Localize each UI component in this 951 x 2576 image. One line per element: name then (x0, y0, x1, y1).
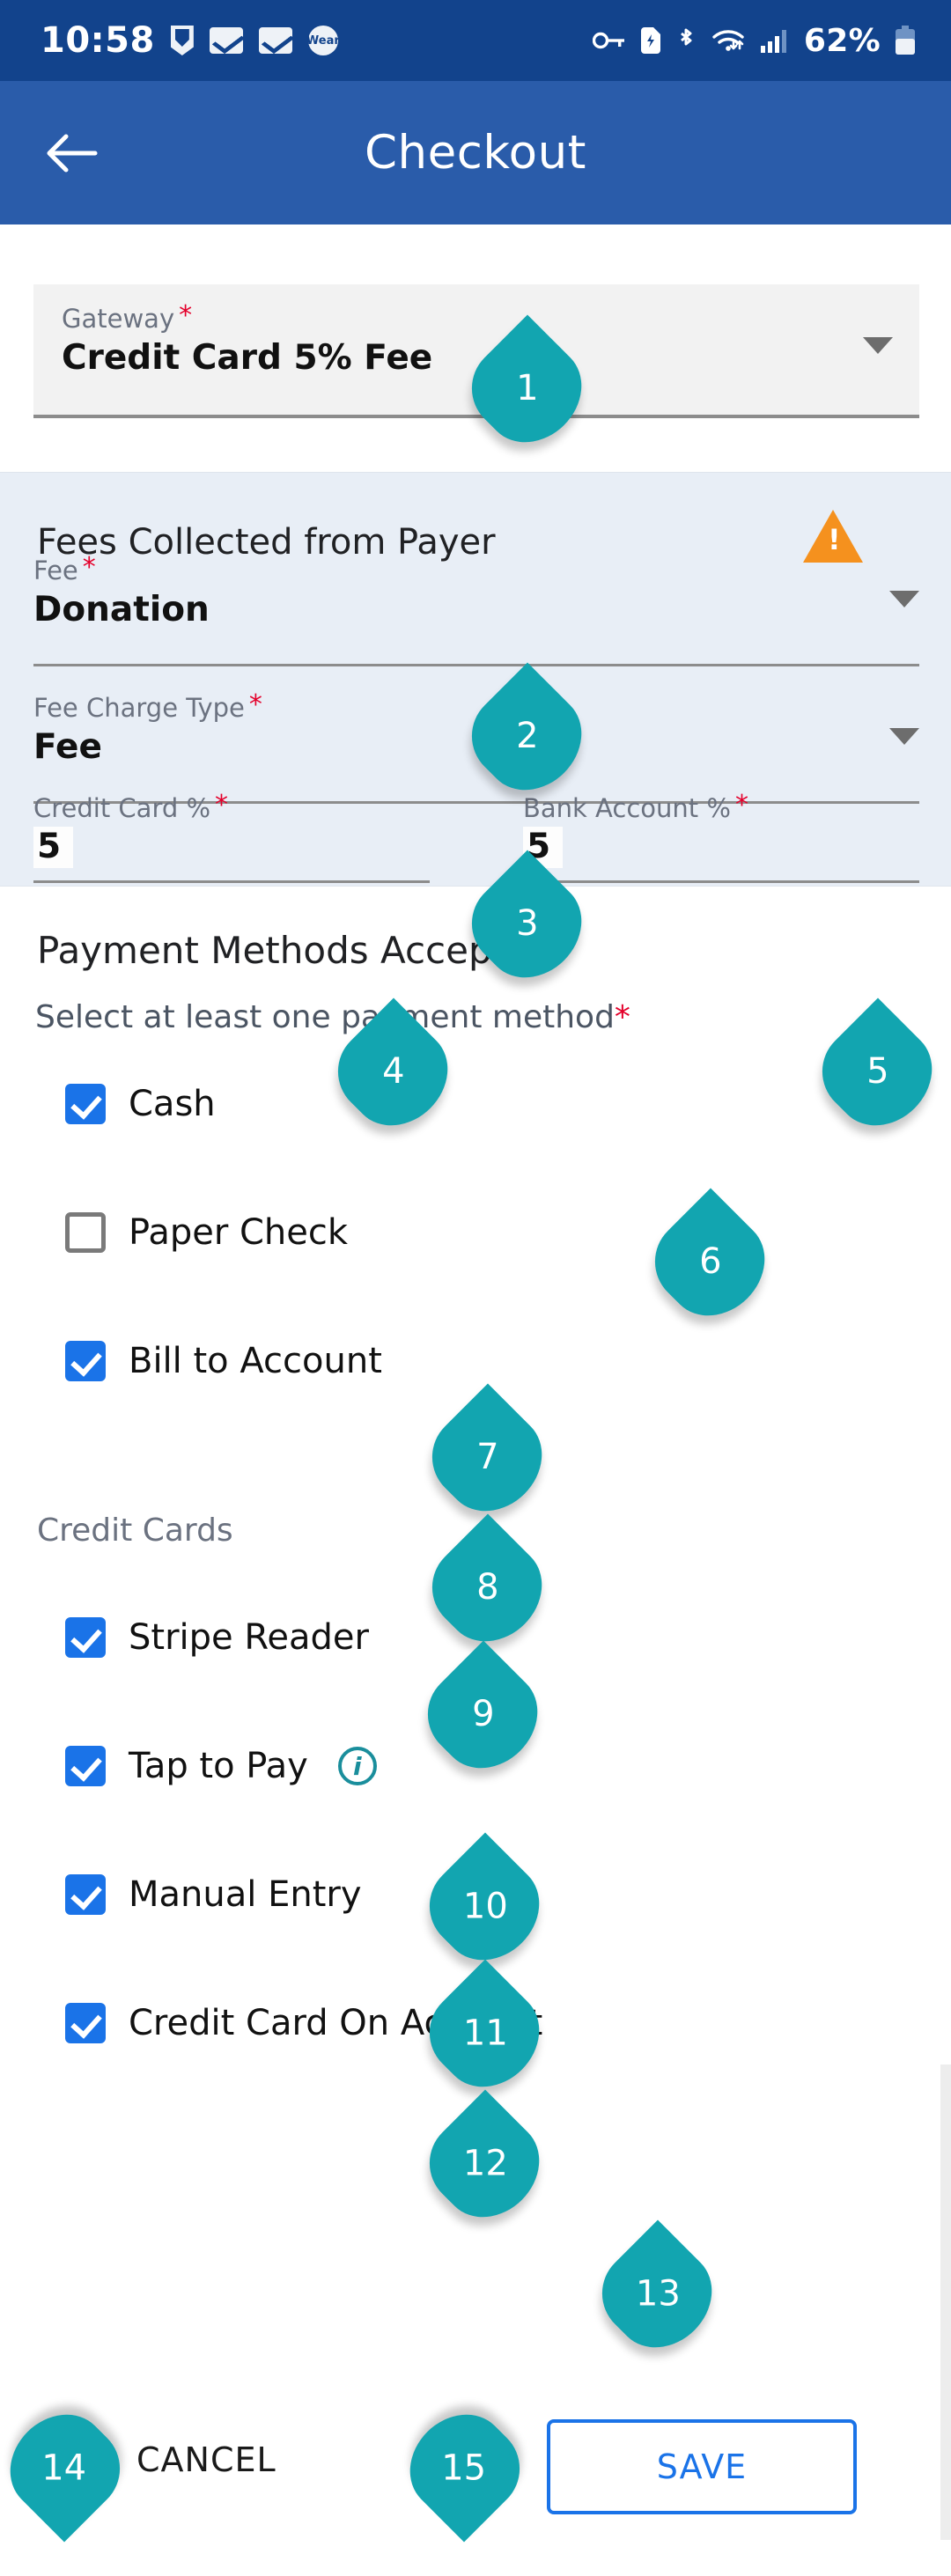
back-arrow-icon[interactable] (41, 122, 102, 184)
battery-percentage: 62% (804, 23, 881, 59)
app-bar: Checkout (0, 81, 951, 224)
fee-label-text: Fee (33, 557, 78, 585)
chevron-down-icon[interactable] (889, 728, 919, 745)
required-asterisk: * (615, 999, 630, 1035)
bank-account-percent-label: Bank Account % * (523, 795, 919, 823)
checkbox-row-paper-check[interactable]: Paper Check (65, 1212, 348, 1253)
field-underline (33, 664, 919, 666)
checkbox-tap-to-pay[interactable] (65, 1746, 106, 1786)
status-bar: 10:58 Wear 62% (0, 0, 951, 81)
credit-cards-group-label: Credit Cards (37, 1512, 233, 1549)
sim-card-icon (640, 26, 661, 55)
payment-methods-subtitle: Select at least one payment method* (35, 999, 630, 1035)
fee-dropdown[interactable]: Fee * Donation (33, 557, 919, 666)
checkbox-label-bill-to-account: Bill to Account (129, 1341, 382, 1381)
checkbox-credit-card-on-account[interactable] (65, 2003, 106, 2043)
mail-icon (210, 27, 243, 54)
shield-icon (171, 26, 194, 55)
credit-card-percent-label: Credit Card % * (33, 795, 430, 823)
credit-card-percent-label-text: Credit Card % (33, 795, 210, 823)
wifi-icon (711, 27, 746, 54)
info-icon[interactable]: i (338, 1747, 377, 1785)
wear-icon: Wear (308, 26, 338, 55)
page-title: Checkout (0, 126, 951, 180)
required-asterisk: * (249, 692, 262, 718)
bluetooth-icon (675, 26, 697, 55)
checkbox-cash[interactable] (65, 1084, 106, 1124)
chevron-down-icon[interactable] (863, 337, 893, 354)
fee-label: Fee * (33, 557, 919, 585)
chevron-down-icon[interactable] (889, 591, 919, 607)
checkbox-label-paper-check: Paper Check (129, 1212, 348, 1253)
checkbox-bill-to-account[interactable] (65, 1341, 106, 1381)
field-underline (523, 880, 919, 883)
bank-account-percent-label-text: Bank Account % (523, 795, 731, 823)
fee-value: Donation (33, 591, 919, 630)
fees-collected-section: Fees Collected from Payer Fee * Donation… (0, 472, 951, 887)
key-icon (593, 29, 626, 52)
required-asterisk: * (215, 792, 228, 819)
app-root: 10:58 Wear 62% (0, 0, 951, 2576)
gateway-label-text: Gateway (62, 305, 174, 334)
credit-card-percent-input[interactable]: Credit Card % * 5 (33, 795, 430, 883)
checkbox-row-manual-entry[interactable]: Manual Entry (65, 1874, 362, 1915)
bank-account-percent-input[interactable]: Bank Account % * 5 (523, 795, 919, 883)
checkbox-paper-check[interactable] (65, 1212, 106, 1253)
checkbox-manual-entry[interactable] (65, 1874, 106, 1915)
required-asterisk: * (735, 792, 748, 819)
credit-card-percent-value: 5 (33, 827, 73, 868)
cancel-button[interactable]: CANCEL (136, 2440, 276, 2479)
checkbox-row-tap-to-pay[interactable]: Tap to Pay i (65, 1746, 377, 1786)
mail-icon (259, 27, 292, 54)
checkbox-row-stripe-reader[interactable]: Stripe Reader (65, 1617, 369, 1658)
fee-charge-type-label-text: Fee Charge Type (33, 695, 245, 723)
checkbox-row-bill-to-account[interactable]: Bill to Account (65, 1341, 382, 1381)
warning-icon[interactable] (803, 510, 863, 563)
status-clock: 10:58 (41, 23, 155, 58)
gateway-label: Gateway * (62, 305, 893, 334)
signal-icon (760, 27, 790, 54)
required-asterisk: * (179, 303, 192, 329)
required-asterisk: * (83, 555, 96, 581)
status-bar-right: 62% (593, 23, 916, 59)
checkbox-label-manual-entry: Manual Entry (129, 1874, 362, 1915)
checkbox-label-stripe-reader: Stripe Reader (129, 1617, 369, 1658)
save-button[interactable]: SAVE (547, 2419, 857, 2514)
checkbox-label-tap-to-pay: Tap to Pay (129, 1746, 308, 1786)
checkbox-label-cash: Cash (129, 1084, 216, 1124)
checkbox-row-cash[interactable]: Cash (65, 1084, 216, 1124)
battery-icon (895, 26, 916, 55)
payment-methods-subtitle-text: Select at least one payment method (35, 999, 615, 1035)
field-underline (33, 880, 430, 883)
status-bar-left: 10:58 Wear (41, 23, 338, 58)
checkbox-stripe-reader[interactable] (65, 1617, 106, 1658)
